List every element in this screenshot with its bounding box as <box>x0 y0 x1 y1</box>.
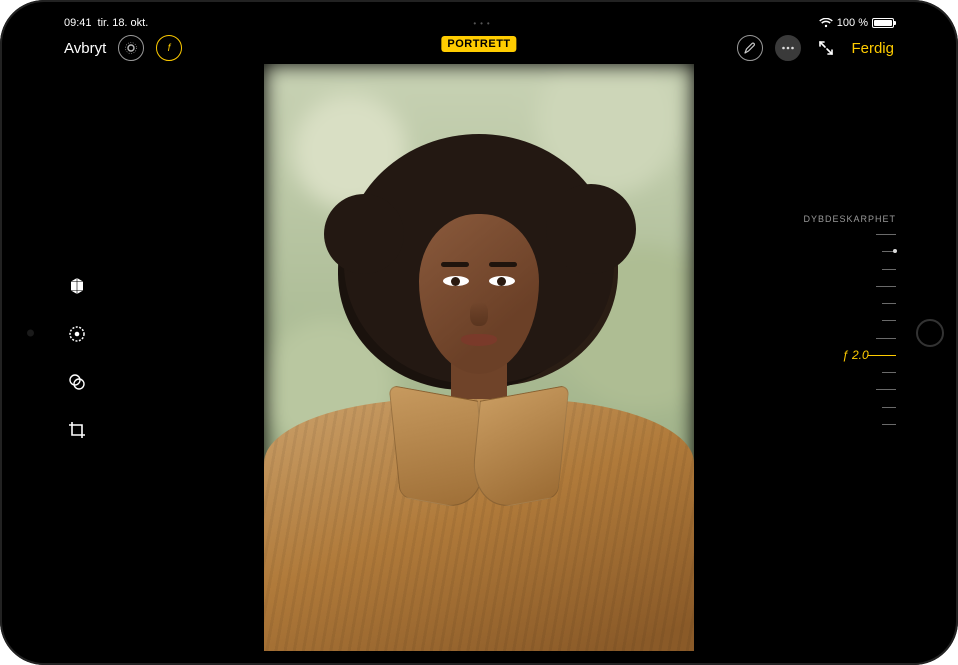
more-button[interactable] <box>775 35 801 61</box>
depth-tick <box>882 303 896 304</box>
markup-button[interactable] <box>737 35 763 61</box>
front-camera-dot <box>27 329 34 336</box>
depth-f-button[interactable]: f <box>156 35 182 61</box>
status-right: 100 % <box>819 17 894 29</box>
svg-text:f: f <box>168 43 172 54</box>
depth-tick <box>882 320 896 321</box>
status-time: 09:41 <box>64 17 92 29</box>
live-photo-button[interactable] <box>118 35 144 61</box>
depth-tick <box>876 338 896 339</box>
battery-percent: 100 % <box>837 17 868 29</box>
depth-slider[interactable]: ƒ 2.0 <box>850 234 896 424</box>
mode-badge: PORTRETT <box>441 36 516 52</box>
crop-tool[interactable] <box>64 417 90 443</box>
portrait-lighting-tool[interactable] <box>64 273 90 299</box>
photo-canvas[interactable] <box>264 64 694 651</box>
depth-tick <box>882 424 896 425</box>
bezel-left <box>0 0 54 665</box>
depth-origin-dot <box>893 249 897 253</box>
bezel-right <box>904 0 958 665</box>
filters-tool[interactable] <box>64 369 90 395</box>
photo-shirt-collar <box>468 385 569 514</box>
home-button[interactable] <box>916 319 944 347</box>
depth-current-indicator[interactable] <box>868 355 896 357</box>
status-bar: 09:41 tir. 18. okt. ••• 100 % <box>54 14 904 32</box>
adjust-tool[interactable] <box>64 321 90 347</box>
depth-tick <box>876 286 896 287</box>
wifi-icon <box>819 18 833 28</box>
ipad-frame: 09:41 tir. 18. okt. ••• 100 % Avbryt f <box>0 0 958 665</box>
cancel-button[interactable]: Avbryt <box>64 40 106 57</box>
edit-tools-rail <box>64 273 90 443</box>
status-left: 09:41 tir. 18. okt. <box>64 17 148 29</box>
depth-tick <box>882 407 896 408</box>
depth-value: ƒ 2.0 <box>842 348 869 362</box>
editor-content: DYBDESKARPHET ƒ 2.0 <box>54 64 904 651</box>
done-button[interactable]: Ferdig <box>851 40 894 57</box>
depth-label: DYBDESKARPHET <box>803 214 896 224</box>
multitask-dots[interactable]: ••• <box>148 19 819 28</box>
status-date: tir. 18. okt. <box>98 17 149 29</box>
screen: 09:41 tir. 18. okt. ••• 100 % Avbryt f <box>54 14 904 651</box>
battery-icon <box>872 18 894 28</box>
fullscreen-button[interactable] <box>813 35 839 61</box>
depth-tick <box>882 269 896 270</box>
depth-tick <box>882 372 896 373</box>
depth-panel: DYBDESKARPHET ƒ 2.0 <box>816 214 896 424</box>
depth-tick <box>876 234 896 235</box>
depth-tick <box>876 389 896 390</box>
